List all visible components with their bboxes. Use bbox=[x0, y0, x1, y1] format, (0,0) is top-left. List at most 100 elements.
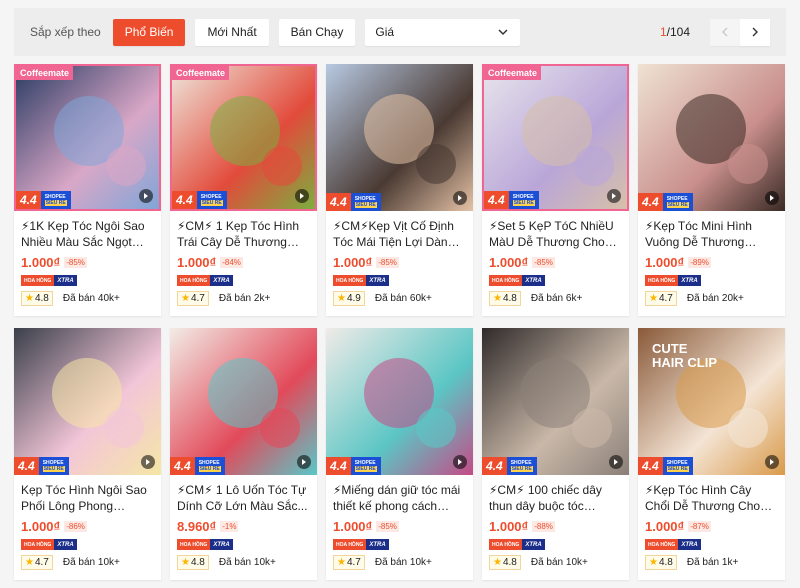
product-card[interactable]: 4.4 SHOPEE SIÊU RẺ Kẹp Tóc Hình Ngôi Sao … bbox=[14, 328, 161, 580]
product-image[interactable]: Coffeemate 4.4 SHOPEE SIÊU RẺ bbox=[482, 64, 629, 211]
product-card[interactable]: Coffeemate 4.4 SHOPEE SIÊU RẺ ⚡CM⚡ 1 Kẹp … bbox=[170, 64, 317, 316]
photo-detail bbox=[728, 408, 768, 448]
discount-badge: -87% bbox=[688, 521, 711, 532]
product-price: 1.000₫ bbox=[333, 255, 373, 270]
price-row: 1.000₫ -85% bbox=[21, 255, 154, 270]
product-title[interactable]: ⚡Kẹp Tóc Mini Hình Vuông Dễ Thương Phon.… bbox=[645, 218, 778, 250]
sale-badge: SHOPEE SIÊU RẺ bbox=[662, 457, 693, 475]
play-video-icon[interactable] bbox=[141, 455, 155, 469]
product-title[interactable]: ⚡Set 5 KẹP TóC NhiềU MàU Dễ Thương Cho N… bbox=[489, 218, 622, 250]
sale-badge: SHOPEE SIÊU RẺ bbox=[508, 191, 539, 209]
product-image[interactable]: 4.4 SHOPEE SIÊU RẺ bbox=[482, 328, 629, 475]
play-video-icon[interactable] bbox=[765, 455, 779, 469]
play-video-icon[interactable] bbox=[453, 191, 467, 205]
rating-value: 4.8 bbox=[502, 293, 517, 304]
play-video-icon[interactable] bbox=[139, 189, 153, 203]
price-select-label: Giá bbox=[375, 25, 395, 39]
product-image[interactable]: 4.4 SHOPEE SIÊU RẺ bbox=[170, 328, 317, 475]
sort-newest-button[interactable]: Mới Nhất bbox=[195, 18, 269, 46]
product-title[interactable]: ⚡1K Kẹp Tóc Ngôi Sao Nhiều Màu Sắc Ngọt … bbox=[21, 218, 154, 250]
price-row: 1.000₫ -84% bbox=[177, 255, 310, 270]
commission-xtra-badge: HOA HỒNG XTRA bbox=[177, 539, 310, 550]
discount-badge: -85% bbox=[376, 521, 399, 532]
chevron-right-icon bbox=[752, 27, 758, 37]
product-image[interactable]: Coffeemate 4.4 SHOPEE SIÊU RẺ bbox=[170, 64, 317, 211]
play-video-icon[interactable] bbox=[453, 455, 467, 469]
rating-chip: ★ 4.7 bbox=[333, 555, 365, 570]
photo-detail bbox=[574, 146, 614, 186]
badge-score: 4.4 bbox=[638, 457, 663, 475]
product-price: 1.000₫ bbox=[21, 255, 61, 270]
xtra-label: XTRA bbox=[210, 275, 233, 286]
rating-value: 4.7 bbox=[346, 557, 361, 568]
product-image[interactable]: 4.4 SHOPEE SIÊU RẺ bbox=[326, 64, 473, 211]
commission-xtra-badge: HOA HỒNG XTRA bbox=[333, 275, 466, 286]
product-title[interactable]: Kẹp Tóc Hình Ngôi Sao Phối Lông Phong Cá… bbox=[21, 482, 154, 514]
sale-badge-line2: SIÊU RẺ bbox=[666, 202, 689, 208]
price-row: 1.000₫ -85% bbox=[489, 255, 622, 270]
sort-popular-button[interactable]: Phổ Biến bbox=[112, 18, 186, 46]
commission-label: HOA HỒNG bbox=[21, 539, 55, 550]
commission-label: HOA HỒNG bbox=[21, 275, 55, 286]
shop-rating-badge: 4.4 SHOPEE SIÊU RẺ bbox=[484, 191, 539, 209]
photo-detail bbox=[728, 144, 768, 184]
product-info: ⚡CM⚡ 1 Lô Uốn Tóc Tự Dính Cỡ Lớn Màu Sắc… bbox=[170, 475, 317, 550]
product-meta: ★ 4.9 Đã bán 60k+ bbox=[333, 291, 432, 306]
rating-chip: ★ 4.9 bbox=[333, 291, 365, 306]
page-total: /104 bbox=[666, 25, 690, 39]
rating-value: 4.7 bbox=[658, 293, 673, 304]
product-image[interactable]: 4.4 SHOPEE SIÊU RẺ bbox=[326, 328, 473, 475]
product-card[interactable]: CUTE HAIR CLIP 4.4 SHOPEE SIÊU RẺ ⚡Kẹp Tó… bbox=[638, 328, 785, 580]
product-title[interactable]: ⚡CM⚡Kẹp Vịt Cố Định Tóc Mái Tiện Lợi Dàn… bbox=[333, 218, 466, 250]
commission-label: HOA HỒNG bbox=[177, 539, 211, 550]
product-card[interactable]: 4.4 SHOPEE SIÊU RẺ ⚡CM⚡ 100 chiếc dây thu… bbox=[482, 328, 629, 580]
rating-chip: ★ 4.8 bbox=[489, 555, 521, 570]
badge-score: 4.4 bbox=[14, 457, 39, 475]
product-title[interactable]: ⚡CM⚡ 1 Lô Uốn Tóc Tự Dính Cỡ Lớn Màu Sắc… bbox=[177, 482, 310, 514]
product-card[interactable]: Coffeemate 4.4 SHOPEE SIÊU RẺ ⚡1K Kẹp Tóc… bbox=[14, 64, 161, 316]
product-image[interactable]: Coffeemate 4.4 SHOPEE SIÊU RẺ bbox=[14, 64, 161, 211]
commission-xtra-badge: HOA HỒNG XTRA bbox=[489, 275, 622, 286]
product-card[interactable]: 4.4 SHOPEE SIÊU RẺ ⚡Miếng dán giữ tóc mái… bbox=[326, 328, 473, 580]
product-info: ⚡CM⚡ 1 Kẹp Tóc Hình Trái Cây Dễ Thương C… bbox=[170, 211, 317, 286]
product-card[interactable]: 4.4 SHOPEE SIÊU RẺ ⚡CM⚡ 1 Lô Uốn Tóc Tự D… bbox=[170, 328, 317, 580]
sale-badge-line2: SIÊU RẺ bbox=[512, 200, 535, 206]
product-image[interactable]: CUTE HAIR CLIP 4.4 SHOPEE SIÊU RẺ bbox=[638, 328, 785, 475]
prev-page-button[interactable] bbox=[710, 18, 740, 46]
rating-chip: ★ 4.8 bbox=[177, 555, 209, 570]
play-video-icon[interactable] bbox=[607, 189, 621, 203]
commission-label: HOA HỒNG bbox=[333, 275, 367, 286]
product-price: 1.000₫ bbox=[645, 519, 685, 534]
discount-badge: -85% bbox=[376, 257, 399, 268]
product-title[interactable]: ⚡CM⚡ 100 chiếc dây thun dây buộc tóc khô… bbox=[489, 482, 622, 514]
product-title[interactable]: ⚡Miếng dán giữ tóc mái thiết kế phong cá… bbox=[333, 482, 466, 514]
product-info: ⚡Kẹp Tóc Mini Hình Vuông Dễ Thương Phon.… bbox=[638, 211, 785, 286]
photo-detail bbox=[416, 144, 456, 184]
commission-label: HOA HỒNG bbox=[489, 275, 523, 286]
star-icon: ★ bbox=[493, 293, 502, 304]
product-price: 1.000₫ bbox=[489, 519, 529, 534]
rating-value: 4.7 bbox=[34, 557, 49, 568]
product-card[interactable]: 4.4 SHOPEE SIÊU RẺ ⚡CM⚡Kẹp Vịt Cố Định Tó… bbox=[326, 64, 473, 316]
product-card[interactable]: Coffeemate 4.4 SHOPEE SIÊU RẺ ⚡Set 5 KẹP … bbox=[482, 64, 629, 316]
product-title[interactable]: ⚡CM⚡ 1 Kẹp Tóc Hình Trái Cây Dễ Thương C… bbox=[177, 218, 310, 250]
sold-count: Đã bán 10k+ bbox=[530, 557, 588, 568]
sale-badge-line2: SIÊU RẺ bbox=[666, 466, 689, 472]
sale-badge-line2: SIÊU RẺ bbox=[44, 200, 67, 206]
product-card[interactable]: 4.4 SHOPEE SIÊU RẺ ⚡Kẹp Tóc Mini Hình Vuô… bbox=[638, 64, 785, 316]
price-sort-select[interactable]: Giá bbox=[365, 18, 521, 46]
play-video-icon[interactable] bbox=[765, 191, 779, 205]
play-video-icon[interactable] bbox=[297, 455, 311, 469]
play-video-icon[interactable] bbox=[295, 189, 309, 203]
product-image[interactable]: 4.4 SHOPEE SIÊU RẺ bbox=[638, 64, 785, 211]
product-meta: ★ 4.8 Đã bán 40k+ bbox=[21, 291, 120, 306]
sale-badge: SHOPEE SIÊU RẺ bbox=[40, 191, 71, 209]
shop-rating-badge: 4.4 SHOPEE SIÊU RẺ bbox=[172, 191, 227, 209]
product-image[interactable]: 4.4 SHOPEE SIÊU RẺ bbox=[14, 328, 161, 475]
next-page-button[interactable] bbox=[740, 18, 770, 46]
sort-bestselling-button[interactable]: Bán Chạy bbox=[278, 18, 356, 46]
product-meta: ★ 4.7 Đã bán 2k+ bbox=[177, 291, 270, 306]
product-title[interactable]: ⚡Kẹp Tóc Hình Cây Chổi Dễ Thương Cho Nữ bbox=[645, 482, 778, 514]
price-row: 8.960₫ -1% bbox=[177, 519, 310, 534]
play-video-icon[interactable] bbox=[609, 455, 623, 469]
